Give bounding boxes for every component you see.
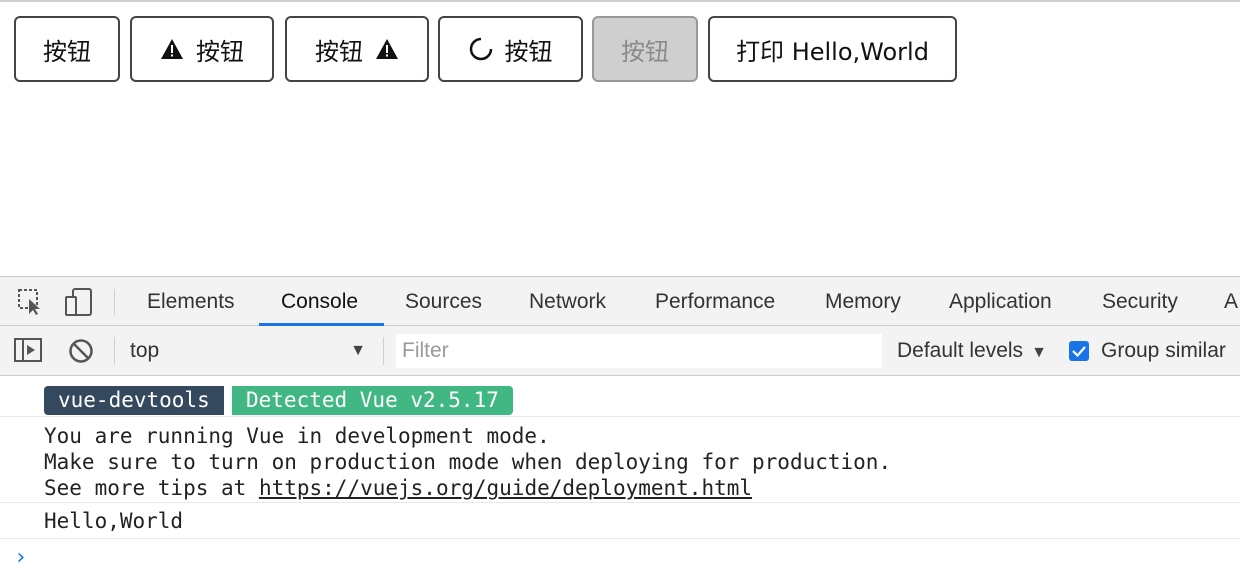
deployment-guide-link[interactable]: https://vuejs.org/guide/deployment.html bbox=[259, 476, 752, 500]
tab-separator bbox=[114, 289, 115, 315]
log-levels-dropdown[interactable]: Default levels ▼ bbox=[897, 334, 1047, 368]
button-loading[interactable]: 按钮 bbox=[438, 16, 583, 82]
console-line: See more tips at https://vuejs.org/guide… bbox=[44, 475, 752, 501]
tab-security[interactable]: Security bbox=[1102, 277, 1178, 326]
button-label: 按钮 bbox=[196, 37, 244, 66]
dropdown-arrow-icon: ▼ bbox=[1031, 344, 1047, 361]
filter-input[interactable] bbox=[396, 334, 882, 368]
console-line: You are running Vue in development mode. bbox=[44, 424, 550, 448]
page-top-border bbox=[0, 0, 1240, 2]
devtools-panel: Elements Console Sources Network Perform… bbox=[0, 276, 1240, 581]
tab-console[interactable]: Console bbox=[281, 277, 358, 326]
devtools-tabbar: Elements Console Sources Network Perform… bbox=[0, 276, 1240, 326]
checkmark-icon bbox=[1072, 346, 1086, 358]
vue-version-badge: Detected Vue v2.5.17 bbox=[232, 386, 513, 415]
tab-sources[interactable]: Sources bbox=[405, 277, 482, 326]
console-line: Make sure to turn on production mode whe… bbox=[44, 450, 892, 474]
button-warning-left[interactable]: 按钮 bbox=[130, 16, 274, 82]
button-warning-right[interactable]: 按钮 bbox=[285, 16, 429, 82]
group-similar-checkbox[interactable] bbox=[1069, 341, 1089, 361]
dropdown-arrow-icon: ▼ bbox=[350, 342, 366, 359]
device-toolbar-icon[interactable] bbox=[64, 288, 94, 321]
tab-network[interactable]: Network bbox=[529, 277, 606, 326]
tab-elements[interactable]: Elements bbox=[147, 277, 235, 326]
console-log-text: Hello,World bbox=[44, 509, 184, 533]
button-label: 按钮 bbox=[43, 37, 91, 66]
toggle-sidebar-icon[interactable] bbox=[14, 338, 42, 367]
console-message-log: Hello,World bbox=[0, 503, 1240, 539]
button-label: 按钮 bbox=[621, 37, 669, 66]
console-line-text: See more tips at bbox=[44, 476, 259, 500]
levels-label: Default levels bbox=[897, 339, 1024, 362]
vue-devtools-badge: vue-devtools bbox=[44, 386, 224, 415]
console-message-dev-mode: You are running Vue in development mode.… bbox=[0, 417, 1240, 503]
context-value: top bbox=[130, 339, 160, 362]
tab-performance[interactable]: Performance bbox=[655, 277, 775, 326]
button-disabled[interactable]: 按钮 bbox=[592, 16, 698, 82]
console-output: vue-devtools Detected Vue v2.5.17 You ar… bbox=[0, 376, 1240, 581]
button-label: 按钮 bbox=[315, 37, 363, 66]
tab-overflow[interactable]: A bbox=[1224, 277, 1238, 326]
button-print-hello-world[interactable]: 打印 Hello,World bbox=[708, 16, 957, 82]
inspect-element-icon[interactable] bbox=[17, 288, 45, 321]
console-prompt-icon[interactable]: › bbox=[14, 545, 27, 570]
tab-application[interactable]: Application bbox=[949, 277, 1052, 326]
console-message-devtools: vue-devtools Detected Vue v2.5.17 bbox=[0, 376, 1240, 417]
warning-icon bbox=[160, 38, 184, 60]
button-label: 打印 Hello,World bbox=[736, 37, 929, 66]
context-select[interactable]: top ▼ bbox=[130, 334, 372, 368]
warning-icon bbox=[375, 38, 399, 60]
spinner-icon bbox=[469, 37, 493, 61]
toolbar-separator bbox=[114, 337, 115, 365]
button-label: 按钮 bbox=[504, 37, 553, 66]
button-plain[interactable]: 按钮 bbox=[14, 16, 120, 82]
group-similar-label: Group similar bbox=[1101, 339, 1226, 362]
clear-console-icon[interactable] bbox=[68, 338, 94, 369]
console-toolbar: top ▼ Default levels ▼ Group similar bbox=[0, 326, 1240, 376]
toolbar-separator bbox=[383, 337, 384, 365]
tab-memory[interactable]: Memory bbox=[825, 277, 901, 326]
